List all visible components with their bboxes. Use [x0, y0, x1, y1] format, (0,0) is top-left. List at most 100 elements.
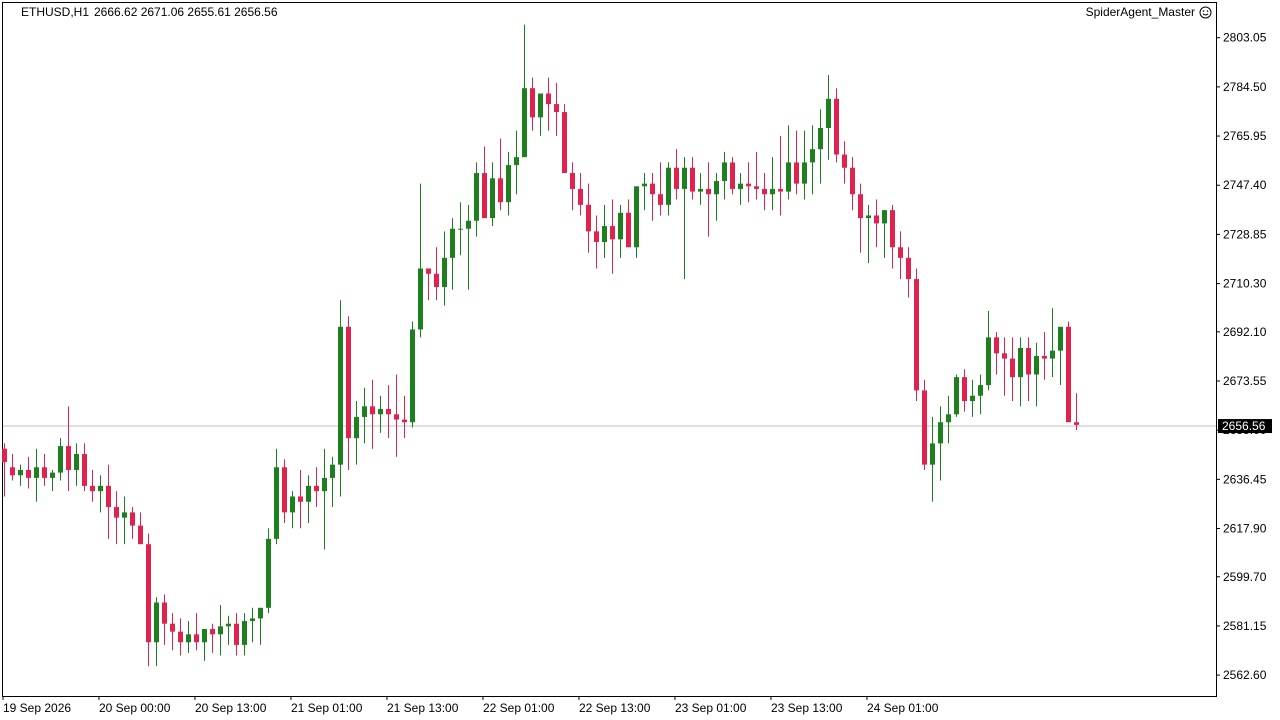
candle-body-bull: [818, 127, 823, 150]
candle-body-bull: [258, 607, 263, 619]
candle-body-bull: [506, 165, 511, 203]
candle-body-bear: [626, 212, 631, 248]
candle-body-bull: [642, 183, 647, 187]
candle-body-bear: [778, 188, 783, 192]
candle-body-bear: [1066, 326, 1071, 423]
candle-body-bear: [922, 390, 927, 465]
candles: [2, 24, 1079, 667]
time-axis[interactable]: 19 Sep 2026 20 Sep 00:00 20 Sep 13:00 21 Se…: [2, 696, 939, 715]
candle-body-bull: [682, 167, 687, 189]
candle-body-bull: [98, 485, 103, 492]
candle-body-bull: [618, 212, 623, 240]
candle-body-bear: [690, 167, 695, 192]
time-tick-label: 21 Sep 01:00: [291, 701, 363, 715]
candle-body-bull: [666, 167, 671, 205]
candle-body-bear: [210, 629, 215, 635]
candle-body-bear: [842, 154, 847, 168]
candle-body-bear: [1026, 348, 1031, 375]
price-tick-label: 2581.15: [1223, 619, 1267, 633]
time-tick-label: 22 Sep 13:00: [579, 701, 651, 715]
candle-body-bear: [138, 525, 143, 545]
price-tick-label: 2636.45: [1223, 472, 1267, 486]
candle-body-bear: [82, 454, 87, 486]
candle-body-bull: [1050, 350, 1055, 359]
price-tick-label: 2765.95: [1223, 129, 1267, 143]
candle-body-bear: [90, 485, 95, 492]
candle-body-bull: [602, 226, 607, 242]
candle-body-bull: [242, 621, 247, 645]
candle-body-bear: [578, 188, 583, 205]
expert-advisor-indicator[interactable]: SpiderAgent_Master: [1086, 5, 1212, 19]
candle-body-bear: [874, 215, 879, 224]
candle-body-bear: [434, 273, 439, 288]
candle-body-bear: [1002, 353, 1007, 359]
candle-body-bull: [514, 157, 519, 166]
candle-body-bear: [914, 279, 919, 391]
candle-body-bull: [450, 228, 455, 258]
candle-body-bull: [34, 467, 39, 478]
candle-body-bear: [482, 173, 487, 219]
candle-body-bull: [466, 220, 471, 229]
candle-body-bear: [146, 544, 151, 643]
candle-body-bull: [218, 626, 223, 635]
candle-body-bull: [722, 162, 727, 181]
candle-body-bull: [490, 178, 495, 219]
price-tick-label: 2784.50: [1223, 80, 1267, 94]
candle-body-bull: [18, 469, 23, 476]
candle-body-bear: [706, 188, 711, 195]
price-tick-label: 2728.85: [1223, 227, 1267, 241]
candle-body-bull: [122, 512, 127, 518]
candle-body-bull: [410, 329, 415, 423]
ohlc-values: 2666.62 2671.06 2655.61 2656.56: [94, 5, 278, 19]
candle-body-bull: [354, 416, 359, 439]
price-axis[interactable]: 2803.05 2784.50 2765.95 2747.40 2728.85 2710.…: [1216, 31, 1267, 682]
time-tick-label: 24 Sep 01:00: [867, 701, 939, 715]
candle-body-bull: [930, 443, 935, 465]
candle-body-bear: [26, 469, 31, 478]
candle-body-bear: [42, 467, 47, 478]
candle-body-bear: [402, 419, 407, 423]
candle-body-bear: [674, 167, 679, 189]
price-chart[interactable]: 2803.05 2784.50 2765.95 2747.40 2728.85 2710.…: [0, 0, 1280, 720]
candle-body-bear: [298, 496, 303, 502]
symbol-timeframe-label: ETHUSD,H1: [21, 5, 90, 19]
candle-body-bull: [154, 602, 159, 643]
candle-body-bear: [106, 485, 111, 508]
candle-body-bear: [554, 104, 559, 113]
candle-body-bull: [274, 467, 279, 539]
candle-body-bear: [906, 257, 911, 280]
candle-body-bull: [458, 228, 463, 230]
candle-body-bull: [978, 385, 983, 396]
candle-body-bull: [522, 88, 527, 158]
candle-body-bull: [418, 268, 423, 330]
time-tick-label: 23 Sep 01:00: [675, 701, 747, 715]
time-tick-label: 20 Sep 00:00: [99, 701, 171, 715]
time-tick-label: 21 Sep 13:00: [387, 701, 459, 715]
candle-body-bull: [74, 454, 79, 470]
candle-body-bear: [546, 93, 551, 105]
price-tick-label: 2599.70: [1223, 570, 1267, 584]
candle-body-bear: [650, 183, 655, 195]
candle-body-bear: [754, 186, 759, 189]
candle-body-bear: [570, 173, 575, 189]
candle-body-bear: [850, 167, 855, 195]
candle-body-bear: [130, 512, 135, 526]
time-tick-label: 19 Sep 2026: [3, 701, 71, 715]
candle-body-bear: [426, 268, 431, 274]
candle-body-bear: [658, 194, 663, 205]
candle-body-bear: [394, 414, 399, 420]
candle-body-bull: [442, 257, 447, 288]
candle-body-bear: [114, 507, 119, 518]
candle-body-bear: [746, 183, 751, 187]
price-tick-label: 2562.60: [1223, 668, 1267, 682]
price-tick-label: 2710.30: [1223, 277, 1267, 291]
candle-body-bear: [498, 178, 503, 203]
candle-body-bear: [386, 408, 391, 415]
candle-body-bull: [474, 173, 479, 221]
candle-body-bull: [882, 210, 887, 224]
candle-body-bull: [362, 406, 367, 417]
candle-body-bear: [890, 210, 895, 248]
candle-body-bull: [738, 183, 743, 189]
agent-name: SpiderAgent_Master: [1085, 5, 1195, 19]
candle-body-bull: [266, 538, 271, 608]
